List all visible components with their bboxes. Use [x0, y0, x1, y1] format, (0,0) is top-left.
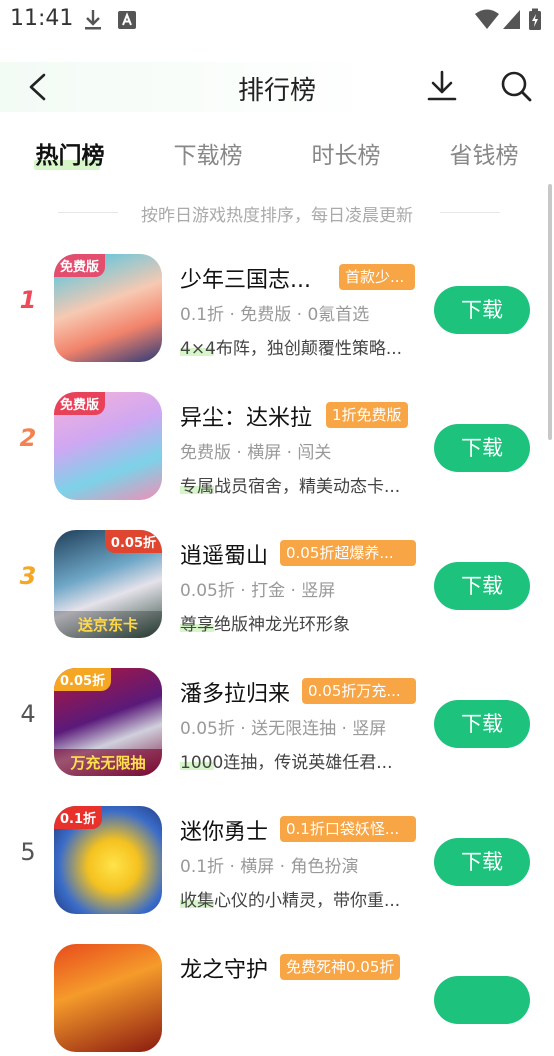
icon-badge: 免费版	[54, 392, 106, 415]
wifi-icon	[475, 9, 499, 29]
game-desc: 1000连抽，传说英雄任君...	[180, 753, 393, 773]
rank-description: 按昨日游戏热度排序，每日凌晨更新	[141, 206, 413, 226]
rank-number: 3	[19, 562, 37, 590]
download-button[interactable]	[434, 976, 530, 1024]
icon-badge: 0.05折	[104, 530, 162, 553]
game-name: 迷你勇士	[180, 820, 269, 845]
game-name: 潘多拉归来	[180, 682, 291, 707]
page-title: 排行榜	[237, 76, 316, 106]
battery-icon	[529, 8, 541, 30]
icon-badge: 免费版	[54, 254, 106, 277]
icon-badge: 0.05折	[54, 668, 112, 691]
icon-caption: 万充无限抽	[54, 749, 162, 776]
download-button[interactable]: 下载	[434, 838, 530, 886]
game-tag: 免费死神0.05折	[280, 954, 401, 980]
game-name: 异尘：达米拉	[180, 406, 313, 431]
download-button[interactable]: 下载	[434, 286, 530, 334]
game-icon[interactable]: 0.05折 万充无限抽	[54, 668, 162, 776]
rank-tabs: 热门榜 下载榜 时长榜 省钱榜	[0, 136, 554, 176]
list-item[interactable]: 龙之守护 免费死神0.05折	[0, 938, 554, 1056]
list-item[interactable]: 4 0.05折 万充无限抽 潘多拉归来 0.05折万充... 0.05折 · 送…	[0, 662, 554, 780]
game-tag: 0.1折口袋妖怪...	[280, 816, 416, 842]
game-desc: 尊享绝版神龙光环形象	[180, 615, 350, 635]
tab-hot[interactable]: 热门榜	[20, 136, 120, 170]
game-tag: 首款少...	[339, 264, 415, 290]
game-icon[interactable]: 免费版	[54, 392, 162, 500]
rank-number: 1	[19, 286, 37, 314]
tab-download[interactable]: 下载榜	[158, 136, 258, 170]
game-icon[interactable]: 0.1折	[54, 806, 162, 914]
icon-badge: 0.1折	[54, 806, 103, 829]
list-item[interactable]: 5 0.1折 迷你勇士 0.1折口袋妖怪... 0.1折 · 横屏 · 角色扮演…	[0, 800, 554, 918]
list-item[interactable]: 3 0.05折 送京东卡 逍遥蜀山 0.05折超爆养... 0.05折 · 打金…	[0, 524, 554, 642]
game-name: 逍遥蜀山	[180, 544, 269, 569]
download-button[interactable]: 下载	[434, 562, 530, 610]
scrollbar[interactable]	[548, 184, 552, 440]
game-desc: 收集心仪的小精灵，带你重...	[180, 891, 401, 911]
game-name: 少年三国志...	[180, 268, 311, 293]
game-name: 龙之守护	[180, 958, 269, 983]
list-item[interactable]: 2 免费版 异尘：达米拉 1折免费版 免费版 · 横屏 · 闯关 专属战员宿舍，…	[0, 386, 554, 504]
list-item[interactable]: 1 免费版 少年三国志... 首款少... 0.1折 · 免费版 · 0氪首选 …	[0, 248, 554, 366]
rank-number: 5	[20, 838, 36, 866]
rank-number: 4	[20, 700, 36, 728]
search-icon[interactable]	[498, 68, 534, 104]
game-meta: 免费版 · 横屏 · 闯关	[180, 443, 332, 463]
game-tag: 0.05折万充...	[302, 678, 416, 704]
notification-a-icon	[118, 11, 136, 29]
status-time: 11:41	[10, 6, 74, 31]
top-bar: 排行榜	[0, 62, 554, 112]
download-button[interactable]: 下载	[434, 700, 530, 748]
status-bar: 11:41	[0, 0, 554, 40]
game-icon[interactable]	[54, 944, 162, 1052]
game-meta: 0.1折 · 免费版 · 0氪首选	[180, 305, 370, 325]
game-meta: 0.05折 · 送无限连抽 · 竖屏	[180, 719, 387, 739]
icon-caption: 送京东卡	[54, 611, 162, 638]
tab-duration[interactable]: 时长榜	[296, 136, 396, 170]
game-icon[interactable]: 免费版	[54, 254, 162, 362]
cell-signal-icon	[503, 10, 520, 29]
game-tag: 1折免费版	[326, 402, 408, 428]
game-icon[interactable]: 0.05折 送京东卡	[54, 530, 162, 638]
download-status-icon	[85, 10, 101, 30]
game-desc: 4×4布阵，独创颠覆性策略...	[180, 339, 403, 359]
game-desc: 专属战员宿舍，精美动态卡...	[180, 477, 401, 497]
rank-number: 2	[19, 424, 37, 452]
game-meta: 0.1折 · 横屏 · 角色扮演	[180, 857, 359, 877]
tab-save-money[interactable]: 省钱榜	[434, 136, 534, 170]
game-meta: 0.05折 · 打金 · 竖屏	[180, 581, 336, 601]
download-manager-icon[interactable]	[424, 68, 460, 104]
game-tag: 0.05折超爆养...	[280, 540, 416, 566]
download-button[interactable]: 下载	[434, 424, 530, 472]
